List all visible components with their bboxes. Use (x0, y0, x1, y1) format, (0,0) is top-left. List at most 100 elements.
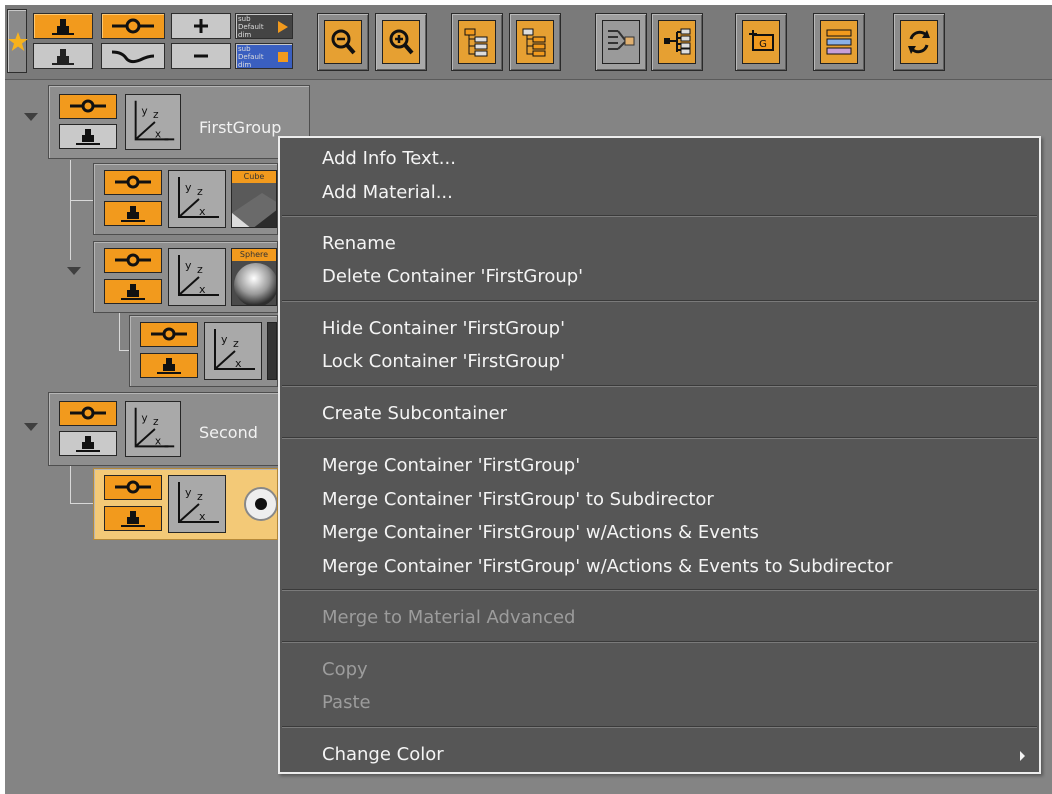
add-group-button[interactable]: G (735, 13, 787, 71)
show-button[interactable] (33, 13, 93, 39)
transform-axis-button[interactable]: yzx (168, 475, 226, 533)
animate-icon (70, 406, 106, 420)
tree-node-sphere[interactable]: yzx Sphere (93, 241, 278, 313)
hide-button[interactable] (33, 43, 93, 69)
context-menu: Add Info Text... Add Material... Rename … (278, 136, 1041, 774)
sub-default-dim-button-2[interactable]: sub Default dim (235, 43, 293, 69)
tree-collapse-icon (522, 28, 546, 57)
minus-button[interactable] (171, 43, 231, 69)
merge-in-icon (608, 30, 635, 50)
wave-button[interactable] (101, 43, 165, 69)
child-thumbnail[interactable] (267, 322, 277, 380)
tree-connector (119, 310, 120, 350)
stack-icon (826, 29, 852, 55)
visibility-toggle[interactable] (59, 124, 117, 149)
animate-toggle[interactable] (104, 248, 162, 273)
transform-axis-button[interactable]: yzx (125, 94, 181, 150)
tree-connector (70, 503, 94, 504)
menu-item-merge-to-material-advanced: Merge to Material Advanced (322, 607, 576, 628)
person-icon (76, 129, 100, 145)
axis-icon: y zx (214, 329, 255, 370)
animate-toggle[interactable] (140, 322, 198, 347)
zoom-out-icon (331, 29, 356, 55)
svg-text:y: y (221, 333, 228, 346)
menu-item-lock-container[interactable]: Lock Container 'FirstGroup' (322, 351, 565, 372)
menu-item-merge-to-subdirector[interactable]: Merge Container 'FirstGroup' to Subdirec… (322, 489, 714, 510)
animate-icon (115, 175, 151, 189)
tree-connector (70, 160, 71, 260)
transform-axis-button[interactable]: yzx (168, 248, 226, 306)
animate-icon (115, 480, 151, 494)
sphere-thumbnail[interactable]: Sphere (231, 248, 277, 306)
expand-arrow[interactable] (67, 267, 81, 275)
person-icon (121, 511, 145, 527)
svg-text:z: z (233, 337, 239, 350)
wave-icon (111, 50, 155, 64)
animate-icon (112, 18, 154, 34)
expand-arrow[interactable] (24, 113, 38, 121)
visibility-toggle[interactable] (140, 353, 198, 378)
animate-icon (115, 253, 151, 267)
svg-text:y: y (185, 181, 192, 194)
axis-icon: y zx (134, 407, 175, 447)
visibility-toggle[interactable] (104, 279, 162, 304)
menu-item-add-info-text[interactable]: Add Info Text... (322, 148, 456, 169)
cube-thumbnail[interactable]: Cube (231, 170, 277, 228)
tree-node-second[interactable]: yzx Second (48, 392, 280, 466)
tree-node-firstgroup[interactable]: yzx FirstGroup (48, 85, 310, 159)
stack-button[interactable] (813, 13, 865, 71)
menu-item-hide-container[interactable]: Hide Container 'FirstGroup' (322, 318, 565, 339)
show-icon (52, 19, 74, 35)
animate-button[interactable] (101, 13, 165, 39)
node-label: Second (199, 423, 258, 442)
animate-icon (70, 99, 106, 113)
menu-item-add-material[interactable]: Add Material... (322, 182, 453, 203)
merge-in-button[interactable] (595, 13, 647, 71)
transform-axis-button[interactable]: yzx (204, 322, 262, 380)
refresh-icon (908, 30, 930, 54)
transform-axis-button[interactable]: yzx (125, 401, 181, 457)
svg-text:y: y (141, 105, 147, 117)
visibility-toggle[interactable] (104, 201, 162, 226)
menu-separator (282, 215, 1037, 217)
animate-toggle[interactable] (104, 170, 162, 195)
toolbar: sub Default dim sub Default dim G (5, 5, 1052, 80)
svg-text:z: z (197, 490, 203, 503)
visibility-toggle[interactable] (104, 506, 162, 531)
add-group-icon: G (749, 30, 774, 51)
zoom-out-button[interactable] (317, 13, 369, 71)
menu-item-copy: Copy (322, 659, 368, 680)
sub-default-dim-button-1[interactable]: sub Default dim (235, 13, 293, 39)
zoom-in-icon (389, 29, 414, 55)
refresh-button[interactable] (893, 13, 945, 71)
zoom-in-button[interactable] (375, 13, 427, 71)
expand-arrow[interactable] (24, 423, 38, 431)
merge-out-button[interactable] (651, 13, 703, 71)
tree-node-child[interactable]: yzx (129, 315, 278, 387)
minus-icon (194, 54, 208, 58)
menu-item-create-subcontainer[interactable]: Create Subcontainer (322, 403, 507, 424)
svg-text:y: y (185, 259, 192, 272)
menu-item-merge-with-actions-events[interactable]: Merge Container 'FirstGroup' w/Actions &… (322, 522, 759, 543)
menu-item-rename[interactable]: Rename (322, 233, 396, 254)
plus-button[interactable] (171, 13, 231, 39)
thumbnail-title: Sphere (232, 249, 276, 261)
geometry-thumbnail[interactable] (231, 475, 278, 533)
menu-separator (282, 300, 1037, 302)
transform-axis-button[interactable]: yzx (168, 170, 226, 228)
animate-toggle[interactable] (104, 475, 162, 500)
tree-collapse-button[interactable] (509, 13, 561, 71)
tree-expand-button[interactable] (451, 13, 503, 71)
visibility-toggle[interactable] (59, 431, 117, 456)
menu-item-delete-container[interactable]: Delete Container 'FirstGroup' (322, 266, 583, 287)
menu-item-merge-with-actions-events-subdirector[interactable]: Merge Container 'FirstGroup' w/Actions &… (322, 556, 893, 577)
menu-item-merge-container[interactable]: Merge Container 'FirstGroup' (322, 455, 580, 476)
animate-toggle[interactable] (59, 94, 117, 119)
animate-toggle[interactable] (59, 401, 117, 426)
favorite-button[interactable] (7, 9, 28, 73)
menu-item-change-color[interactable]: Change Color (322, 744, 444, 765)
tree-node-cube[interactable]: yzx Cube (93, 163, 278, 235)
scene-tree-window: sub Default dim sub Default dim G y z x … (5, 5, 1052, 794)
svg-text:G: G (759, 39, 767, 50)
tree-node-selected[interactable]: yzx (93, 468, 278, 540)
